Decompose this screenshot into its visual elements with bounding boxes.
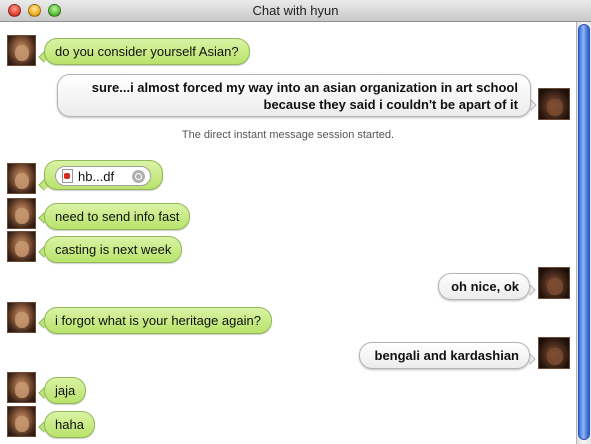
buddy-avatar <box>7 231 36 262</box>
transcript-area: do you consider yourself Asian? sure...i… <box>0 22 576 444</box>
pdf-icon <box>62 169 73 183</box>
buddy-avatar <box>7 35 36 66</box>
message-bubble: sure...i almost forced my way into an as… <box>57 74 531 117</box>
message-bubble: i forgot what is your heritage again? <box>44 307 272 334</box>
message-line: sure...i almost forced my way into an as… <box>91 80 518 95</box>
my-avatar <box>538 267 570 299</box>
vertical-scrollbar[interactable] <box>576 22 591 444</box>
status-message: The direct instant message session start… <box>181 129 395 141</box>
file-name: hb...df <box>78 169 115 184</box>
message-line: because they said i couldn't be apart of… <box>263 97 518 112</box>
chat-window: Chat with hyun do you consider yourself … <box>0 0 591 444</box>
my-avatar <box>538 88 570 120</box>
message-bubble: bengali and kardashian <box>359 342 530 369</box>
file-attachment[interactable]: hb...df <box>55 166 151 186</box>
scrollbar-thumb[interactable] <box>578 24 590 440</box>
message-bubble: haha <box>44 411 95 438</box>
attachment-bubble: hb...df <box>44 160 163 190</box>
message-bubble: casting is next week <box>44 236 183 263</box>
message-bubble: oh nice, ok <box>438 273 530 300</box>
magnifier-icon[interactable] <box>132 170 145 183</box>
buddy-avatar <box>7 302 36 333</box>
message-bubble: do you consider yourself Asian? <box>44 38 250 65</box>
message-bubble: jaja <box>44 377 87 404</box>
window-title: Chat with hyun <box>252 3 339 18</box>
buddy-avatar <box>7 198 36 229</box>
title-bar: Chat with hyun <box>0 0 591 22</box>
buddy-avatar <box>7 372 36 403</box>
my-avatar <box>538 337 570 369</box>
buddy-avatar <box>7 163 36 194</box>
message-bubble: need to send info fast <box>44 203 191 230</box>
buddy-avatar <box>7 406 36 437</box>
